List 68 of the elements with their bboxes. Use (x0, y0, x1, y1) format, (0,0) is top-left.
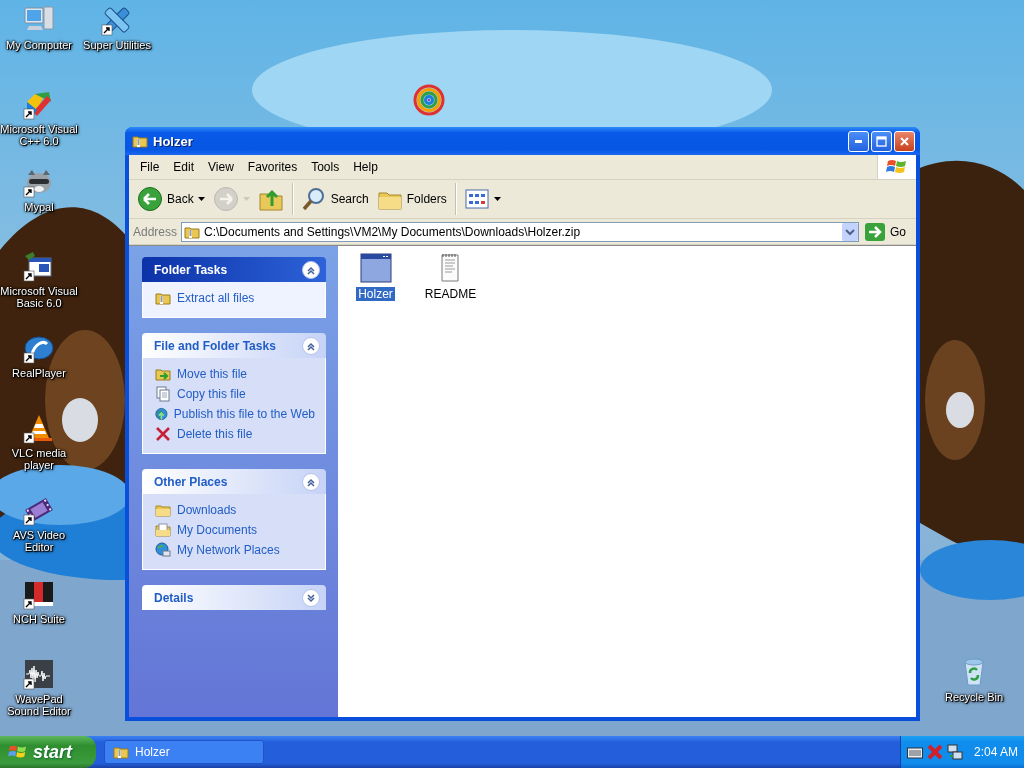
maximize-button[interactable] (871, 130, 892, 152)
menu-item[interactable]: Favorites (240, 158, 305, 176)
menu-item[interactable]: File (133, 158, 167, 176)
back-icon (137, 186, 163, 212)
keyboard-icon[interactable] (907, 745, 923, 759)
task-link[interactable]: My Network Places (155, 540, 315, 560)
task-link[interactable]: Copy this file (155, 384, 315, 404)
zip-folder-icon (132, 133, 148, 149)
search-icon (300, 186, 327, 212)
address-field[interactable]: C:\Documents and Settings\VM2\My Documents\Downloads\Holzer.zip (181, 221, 859, 242)
spiral-icon[interactable] (413, 84, 445, 116)
task-link[interactable]: Publish this file to the Web (155, 404, 315, 424)
desktop-icon-label[interactable]: Microsoft Visual Basic 6.0 (0, 285, 79, 309)
file-name[interactable]: Holzer (356, 287, 395, 301)
views-icon (463, 186, 490, 212)
panel-title: Details (154, 590, 194, 605)
delete-icon (155, 426, 171, 442)
file-name[interactable]: README (422, 287, 479, 301)
minimize-icon (855, 139, 862, 143)
menu-item[interactable]: Help (346, 158, 385, 176)
task-link[interactable]: Move this file (155, 364, 315, 384)
zip-folder-icon (155, 290, 171, 306)
task-link[interactable]: My Documents (155, 520, 315, 540)
panel-header[interactable]: File and Folder Tasks (142, 333, 326, 358)
panel-header[interactable]: Folder Tasks (142, 257, 326, 282)
network-globe-icon (155, 542, 171, 558)
close-button[interactable] (894, 130, 915, 152)
menu-item[interactable]: Tools (304, 158, 347, 176)
close-icon (899, 135, 910, 147)
go-button[interactable]: Go (863, 222, 912, 241)
desktop-icon-label[interactable]: AVS Video Editor (0, 529, 79, 553)
menu-item[interactable]: View (201, 158, 241, 176)
copy-file-icon (155, 386, 171, 402)
documents-folder-icon (155, 522, 171, 538)
maximize-icon (876, 135, 887, 147)
panel-header[interactable]: Details (142, 585, 326, 610)
task-link[interactable]: Extract all files (155, 288, 315, 308)
panel-header[interactable]: Other Places (142, 469, 326, 494)
folders-button[interactable]: Folders (372, 183, 451, 215)
folder-icon (155, 502, 171, 518)
zip-folder-icon (113, 744, 129, 760)
clock: 2:04 AM (973, 745, 1018, 759)
window-title: Holzer (153, 133, 193, 149)
go-arrow-icon (865, 222, 885, 241)
move-file-icon (155, 366, 171, 382)
minimize-button[interactable] (848, 130, 869, 152)
menu-item[interactable]: Edit (166, 158, 202, 176)
panel-title: Other Places (154, 474, 228, 489)
back-button[interactable]: Back (133, 183, 209, 215)
search-button[interactable]: Search (291, 183, 373, 215)
panel-title: File and Folder Tasks (154, 338, 276, 353)
collapse-icon[interactable] (302, 336, 320, 355)
program-window-icon[interactable] (359, 252, 392, 284)
panel-title: Folder Tasks (154, 262, 228, 277)
task-link[interactable]: Delete this file (155, 424, 315, 444)
globe-icon (155, 406, 168, 422)
network-icon[interactable] (947, 744, 963, 760)
address-label: Address (133, 224, 178, 239)
desktop-icon-label[interactable]: RealPlayer (12, 367, 66, 379)
expand-icon[interactable] (302, 588, 320, 607)
collapse-icon[interactable] (302, 472, 320, 491)
taskbar-button[interactable]: Holzer (104, 740, 264, 764)
task-link[interactable]: Downloads (155, 500, 315, 520)
collapse-icon[interactable] (302, 260, 320, 279)
start-button[interactable]: start (0, 736, 96, 768)
program-window-icon[interactable] (23, 250, 55, 282)
sound-wave-icon[interactable] (23, 658, 55, 690)
forward-icon (212, 186, 239, 212)
